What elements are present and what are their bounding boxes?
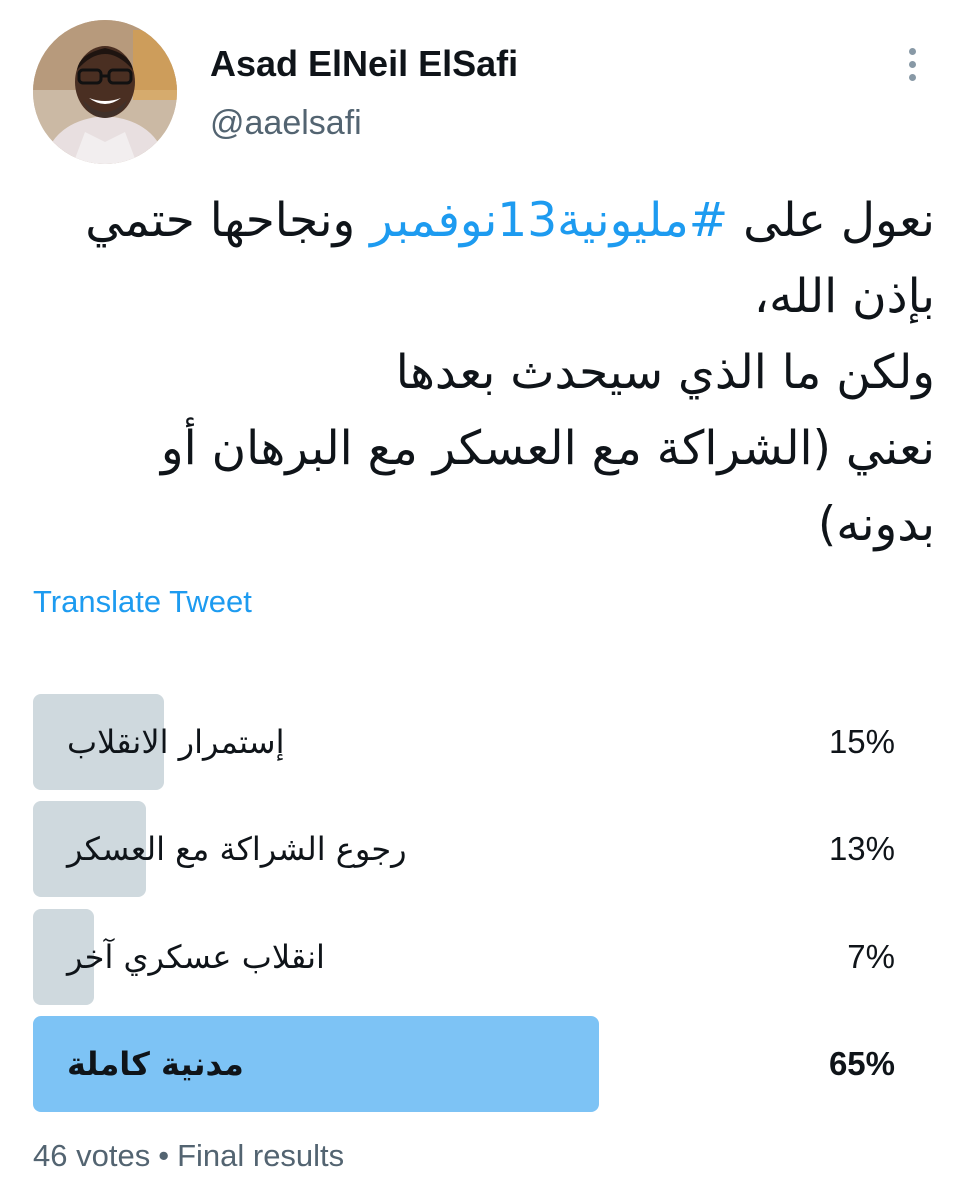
poll-status: Final results [177, 1138, 345, 1173]
poll-option: انقلاب عسكري آخر 7% [33, 909, 903, 1005]
poll-footer-separator: • [158, 1138, 170, 1173]
tweet-line-1: نعول على #مليونية13نوفمبر ونجاحها حتمي ب… [60, 183, 935, 335]
poll-option-percent: 13% [828, 830, 895, 867]
author-display-name[interactable]: Asad ElNeil ElSafi [210, 41, 518, 87]
poll-vote-count: 46 votes [33, 1138, 151, 1173]
avatar-photo [33, 20, 177, 164]
poll-option-label: إستمرار الانقلاب [67, 723, 285, 761]
more-vertical-icon-dot [908, 73, 916, 81]
tweet-text: نعول على #مليونية13نوفمبر ونجاحها حتمي ب… [60, 183, 935, 563]
tweet-line-2: ولكن ما الذي سيحدث بعدها [395, 345, 935, 400]
poll-option-label: رجوع الشراكة مع العسكر [67, 830, 407, 868]
poll-option-percent: 65% [828, 1045, 895, 1082]
more-vertical-icon-dot [908, 60, 916, 68]
poll-option-percent: 15% [828, 723, 895, 760]
tweet-text-before-hashtag: نعول على [728, 193, 935, 248]
poll-option-label: مدنية كاملة [67, 1045, 244, 1083]
author-handle[interactable]: @aaelsafi [210, 102, 362, 144]
author-avatar[interactable] [33, 20, 177, 164]
tweet-line-3: نعني (الشراكة مع العسكر مع البرهان أو بد… [160, 421, 935, 552]
poll-option: رجوع الشراكة مع العسكر 13% [33, 801, 903, 897]
hashtag-link[interactable]: #مليونية13نوفمبر [370, 193, 728, 248]
more-vertical-icon [908, 47, 916, 55]
poll-footer: 46 votes • Final results [33, 1136, 344, 1176]
poll-option-winner: مدنية كاملة 65% [33, 1016, 903, 1112]
poll-option-label: انقلاب عسكري آخر [67, 938, 325, 976]
poll-option-percent: 7% [847, 938, 895, 975]
translate-tweet-link[interactable]: Translate Tweet [33, 582, 252, 622]
poll-option: إستمرار الانقلاب 15% [33, 694, 903, 790]
more-options-button[interactable] [894, 40, 930, 88]
